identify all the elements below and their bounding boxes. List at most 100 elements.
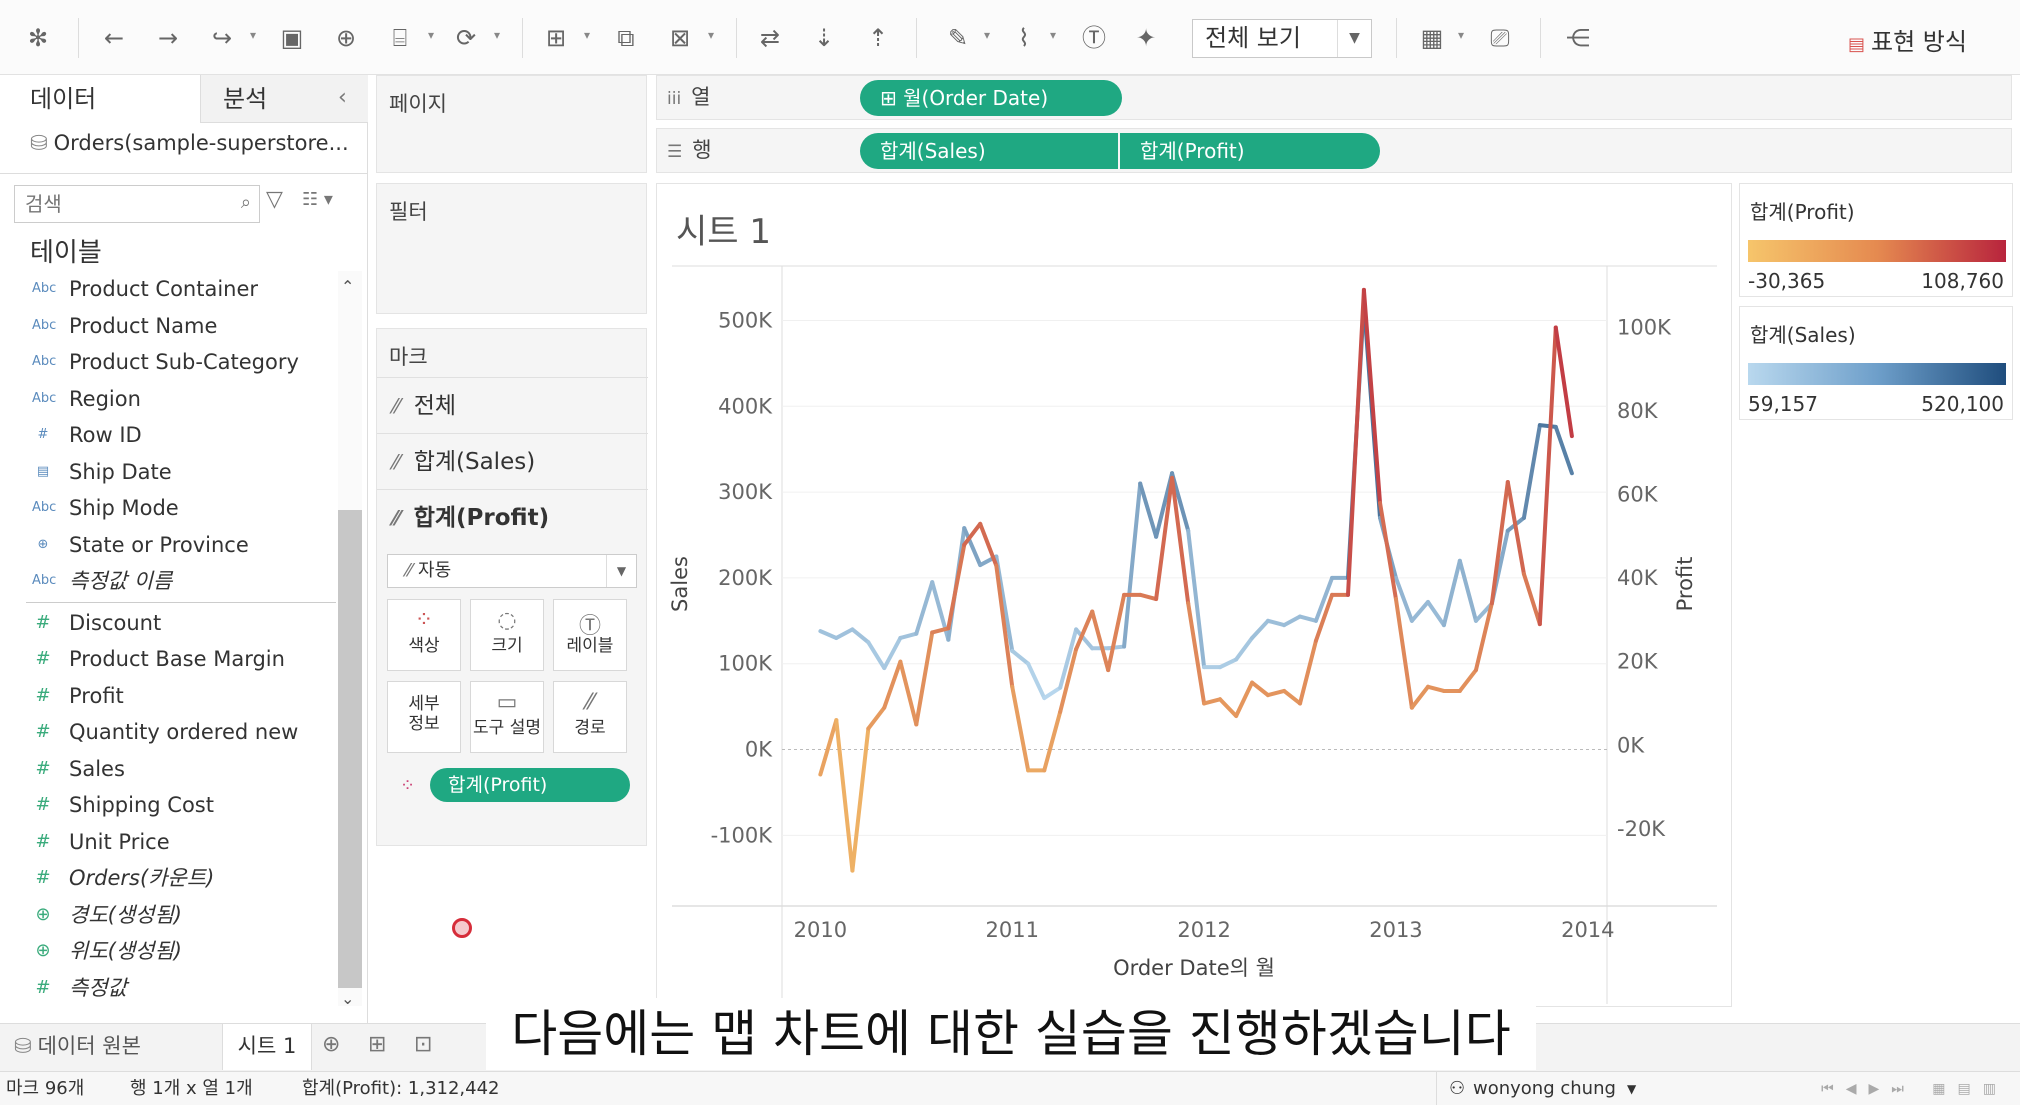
group-dropdown-icon[interactable]: ▾ <box>1050 28 1056 42</box>
new-worksheet-icon[interactable]: ⊕ <box>322 1032 340 1057</box>
columns-shelf[interactable]: iii 열 ⊞ 월(Order Date) <box>656 75 2012 120</box>
field-item[interactable]: Abc Product Sub-Category <box>0 344 336 381</box>
scrollbar-thumb[interactable] <box>338 510 362 988</box>
y-right-tick-label: 20K <box>1617 650 1659 674</box>
field-item[interactable]: # Sales <box>0 751 336 788</box>
field-item[interactable]: Abc Product Container <box>0 271 336 308</box>
field-item[interactable]: # Orders(카운트) <box>0 860 336 897</box>
field-item[interactable]: ▤ Ship Date <box>0 454 336 491</box>
sheet-navigation-icons[interactable]: ⏮◀▶⏭ ▦▤▥ <box>1821 1072 2008 1105</box>
field-item[interactable]: # Quantity ordered new <box>0 714 336 751</box>
clear-dropdown-icon[interactable]: ▾ <box>708 28 714 42</box>
rows-pill-profit[interactable]: 합계(Profit) <box>1120 133 1380 169</box>
datasource-item[interactable]: ⛁ Orders(sample-superstore... <box>30 131 349 155</box>
collapse-pane-icon[interactable]: ‹ <box>338 85 347 110</box>
view-options-icon[interactable]: ☷ ▾ <box>302 189 333 210</box>
tab-data[interactable]: 데이터 <box>0 75 200 123</box>
chevron-down-icon[interactable]: ▼ <box>1337 20 1371 57</box>
rows-shelf[interactable]: ☰ 행 합계(Sales) 합계(Profit) <box>656 128 2012 173</box>
field-item[interactable]: ⊕ State or Province <box>0 527 336 564</box>
group-members-icon[interactable]: ⌇ <box>1008 22 1040 54</box>
color-field-pill[interactable]: 합계(Profit) <box>430 768 630 802</box>
show-me-button[interactable]: ▤ 표현 방식 <box>1848 22 1967 57</box>
show-cards-icon[interactable]: ▦ <box>1416 22 1448 54</box>
save-icon[interactable]: ▣ <box>276 22 308 54</box>
filter-icon[interactable]: ▽ <box>266 187 283 212</box>
pages-card[interactable]: 페이지 <box>376 75 647 173</box>
field-item[interactable]: # Shipping Cost <box>0 787 336 824</box>
duplicate-sheet-icon[interactable]: ⧉ <box>610 22 642 54</box>
columns-pill-order-date[interactable]: ⊞ 월(Order Date) <box>860 80 1122 116</box>
clear-sheet-icon[interactable]: ⊠ <box>664 22 696 54</box>
field-item[interactable]: Abc Region <box>0 381 336 418</box>
marks-row-profit[interactable]: ⁄⁄ 합계(Profit) <box>377 489 648 545</box>
field-item[interactable]: ⊕ 위도(생성됨) <box>0 933 336 970</box>
rows-pill-sales[interactable]: 합계(Sales) <box>860 133 1118 169</box>
sheet-view[interactable]: 시트 1 -100K 0K 100K 200K 300K 400K 500K -20K 0K 20… <box>656 183 1732 1007</box>
field-item[interactable]: # Unit Price <box>0 824 336 861</box>
tooltip-button[interactable]: ▭ 도구 설명 <box>470 681 544 753</box>
tab-sheet-1[interactable]: 시트 1 <box>222 1024 312 1070</box>
new-worksheet-icon[interactable]: ⊞ <box>540 22 572 54</box>
pause-dropdown-icon[interactable]: ▾ <box>428 28 434 42</box>
fix-axes-icon[interactable]: ✦ <box>1130 22 1162 54</box>
swap-rows-columns-icon[interactable]: ⇄ <box>754 22 786 54</box>
scroll-down-icon[interactable]: ⌄ <box>341 989 354 1008</box>
chevron-down-icon[interactable]: ▼ <box>606 555 636 587</box>
field-item[interactable]: # Row ID <box>0 417 336 454</box>
replay-dropdown-icon[interactable]: ▾ <box>250 28 256 42</box>
new-story-icon[interactable]: ⊡ <box>414 1032 432 1057</box>
undo-icon[interactable]: ← <box>98 22 130 54</box>
detail-button[interactable]: 세부 정보 <box>387 681 461 753</box>
label-button[interactable]: Ⓣ 레이블 <box>553 599 627 671</box>
series-profit-segment <box>1521 571 1542 627</box>
highlight-dropdown-icon[interactable]: ▾ <box>984 28 990 42</box>
tab-data-source[interactable]: ⛁ 데이터 원본 <box>14 1024 141 1068</box>
new-datasource-icon[interactable]: ⊕ <box>330 22 362 54</box>
columns-text: 열 <box>691 85 711 109</box>
marks-row-all[interactable]: ⁄⁄ 전체 <box>377 377 648 433</box>
search-input[interactable] <box>15 186 215 222</box>
new-worksheet-dropdown-icon[interactable]: ▾ <box>584 28 590 42</box>
filters-card[interactable]: 필터 <box>376 183 647 314</box>
profit-color-legend[interactable]: 합계(Profit) -30,365 108,760 <box>1739 183 2013 297</box>
field-item[interactable]: Abc Product Name <box>0 308 336 345</box>
replay-icon[interactable]: ↪ <box>206 22 238 54</box>
marks-row-label: 합계(Sales) <box>413 449 536 475</box>
field-item[interactable]: Abc Ship Mode <box>0 490 336 527</box>
chevron-down-icon[interactable]: ▼ <box>1627 1072 1636 1105</box>
size-button[interactable]: ◌ 크기 <box>470 599 544 671</box>
share-icon[interactable]: ⋲ <box>1562 22 1594 54</box>
field-item[interactable]: # Product Base Margin <box>0 641 336 678</box>
redo-icon[interactable]: → <box>152 22 184 54</box>
fit-dropdown[interactable]: 전체 보기 ▼ <box>1192 19 1372 58</box>
sales-color-legend[interactable]: 합계(Sales) 59,157 520,100 <box>1739 306 2013 420</box>
field-item[interactable]: # Profit <box>0 678 336 715</box>
highlight-icon[interactable]: ✎ <box>942 22 974 54</box>
refresh-dropdown-icon[interactable]: ▾ <box>494 28 500 42</box>
new-dashboard-icon[interactable]: ⊞ <box>368 1032 386 1057</box>
show-labels-icon[interactable]: Ⓣ <box>1078 22 1110 54</box>
color-button[interactable]: ⁘ 색상 <box>387 599 461 671</box>
search-box[interactable]: ⌕ <box>14 185 260 223</box>
field-item[interactable]: # Discount <box>0 605 336 642</box>
scroll-up-icon[interactable]: ⌃ <box>341 277 354 296</box>
sort-descending-icon[interactable]: ⇡ <box>862 22 894 54</box>
tableau-logo-icon[interactable]: ✻ <box>22 22 54 54</box>
series-sales-segment <box>1521 423 1542 520</box>
field-item[interactable]: Abc 측정값 이름 <box>0 563 336 600</box>
refresh-icon[interactable]: ⟳ <box>450 22 482 54</box>
toolbar-separator <box>1396 18 1397 58</box>
presentation-mode-icon[interactable]: ⎚ <box>1484 22 1516 54</box>
user-menu[interactable]: ⚇ wonyong chung ▼ <box>1436 1072 1654 1105</box>
field-item[interactable]: ⊕ 경도(생성됨) <box>0 897 336 934</box>
show-cards-dropdown-icon[interactable]: ▾ <box>1458 28 1464 42</box>
marks-row-sales[interactable]: ⁄⁄ 합계(Sales) <box>377 433 648 489</box>
sort-ascending-icon[interactable]: ⇣ <box>808 22 840 54</box>
path-button[interactable]: ⁄⁄ 경로 <box>553 681 627 753</box>
dual-axis-line-chart[interactable]: -100K 0K 100K 200K 300K 400K 500K -20K 0K 20K 40K 6… <box>657 184 1733 1008</box>
pause-updates-icon[interactable]: ⌸ <box>384 22 416 54</box>
search-icon[interactable]: ⌕ <box>241 192 251 213</box>
field-item[interactable]: # 측정값 <box>0 970 336 1007</box>
mark-type-select[interactable]: ⁄⁄ 자동 ▼ <box>387 554 637 588</box>
